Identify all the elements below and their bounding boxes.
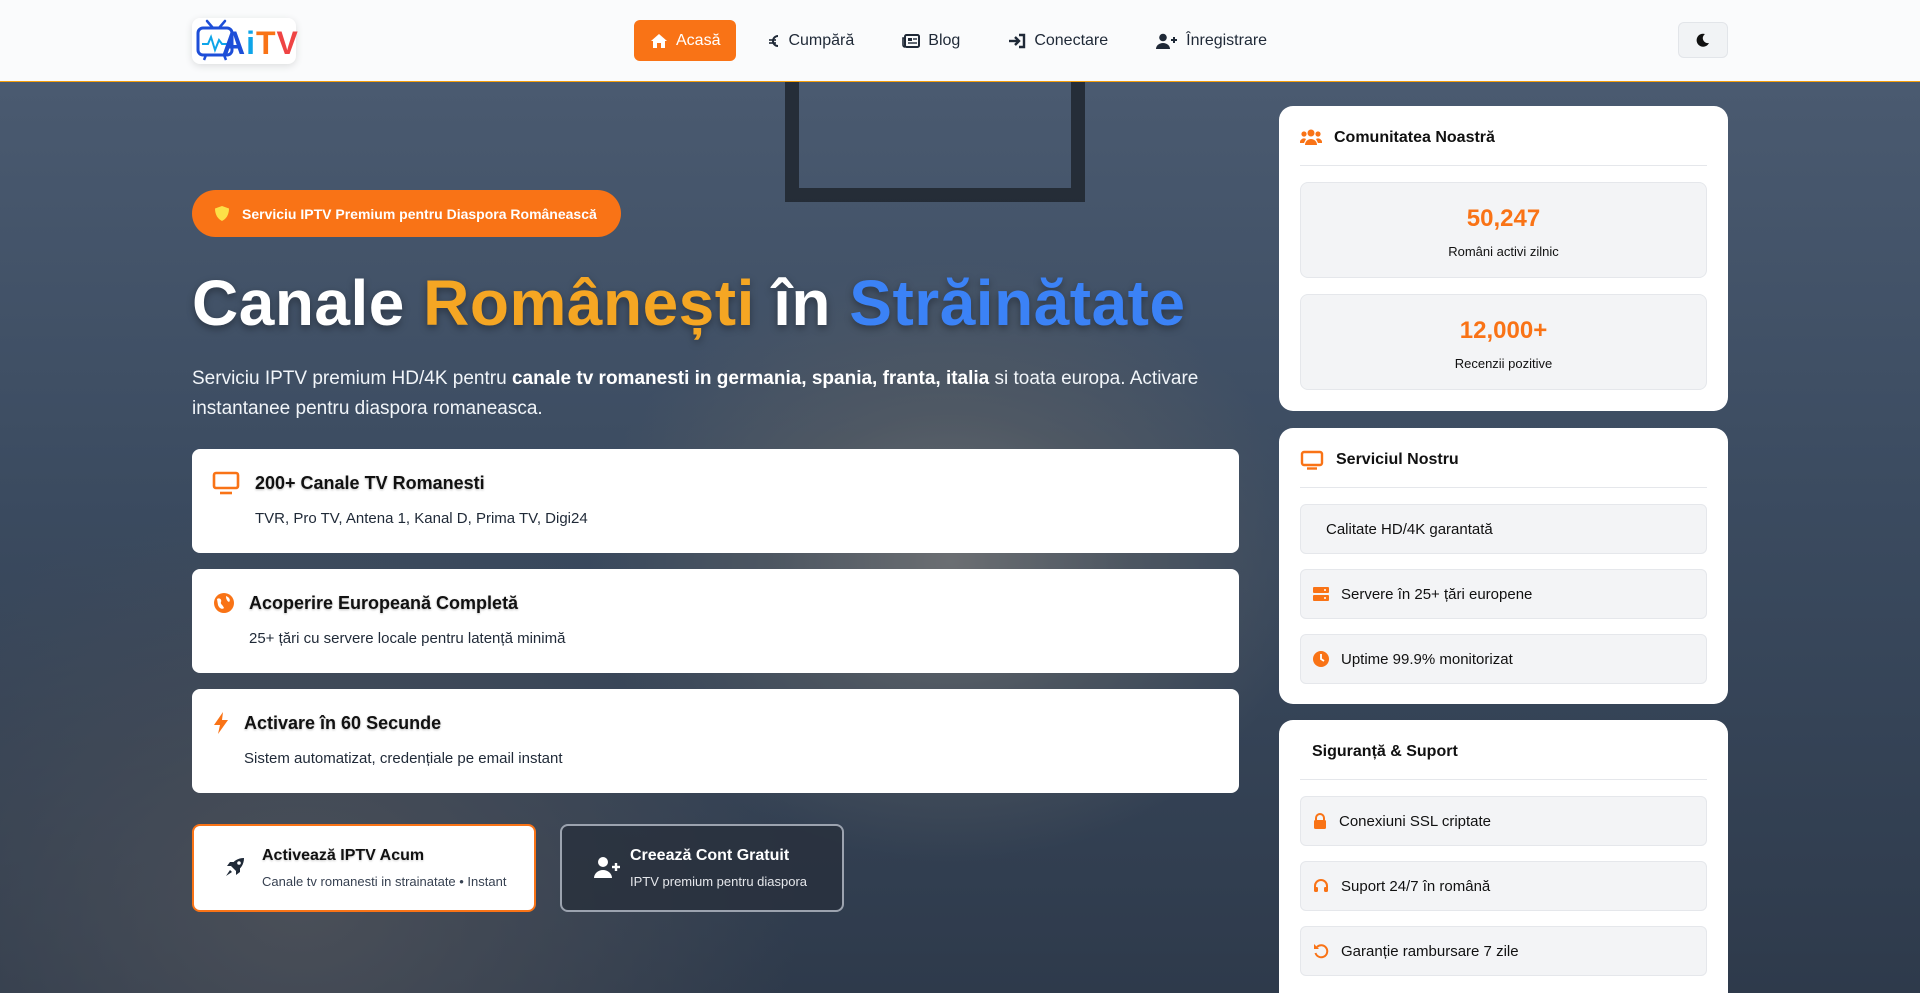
nav-inregistrare[interactable]: Înregistrare <box>1140 20 1283 61</box>
feature-desc: 25+ țări cu servere locale pentru latenț… <box>249 630 566 647</box>
feature-activation: Activare în 60 Secunde Sistem automatiza… <box>192 689 1239 793</box>
server-icon <box>1313 587 1329 601</box>
newspaper-icon <box>902 33 921 48</box>
euro-icon <box>769 34 779 47</box>
feature-desc: Sistem automatizat, credențiale pe email… <box>244 750 563 767</box>
feature-channels: 200+ Canale TV Romanesti TVR, Pro TV, An… <box>192 449 1239 553</box>
tv-icon <box>1300 450 1324 470</box>
service-card: Serviciul Nostru Calitate HD/4K garantat… <box>1279 428 1728 704</box>
clock-icon <box>1313 651 1329 667</box>
background-frame <box>785 82 1085 202</box>
sign-in-icon <box>1009 33 1026 48</box>
tv-icon <box>212 471 240 495</box>
feature-title: Activare în 60 Secunde <box>244 713 442 733</box>
stat-active-users: 50,247 Români activi zilnic <box>1300 182 1707 278</box>
bolt-icon <box>214 712 228 734</box>
home-icon <box>651 33 667 48</box>
feature-title: Acoperire Europeană Completă <box>249 593 519 613</box>
main-nav: Acasă Cumpără Blog Conectare Înregistrar… <box>634 20 1299 61</box>
security-item-ssl: Conexiuni SSL criptate <box>1300 796 1707 846</box>
security-item-support: Suport 24/7 în română <box>1300 861 1707 911</box>
users-icon <box>1300 129 1322 145</box>
card-header: Siguranță & Suport <box>1300 740 1707 780</box>
feature-title: 200+ Canale TV Romanesti <box>255 473 485 493</box>
nav-cumpara[interactable]: Cumpără <box>752 20 870 61</box>
user-plus-icon <box>1156 33 1178 49</box>
service-item-uptime: Uptime 99.9% monitorizat <box>1300 634 1707 684</box>
card-header: Comunitatea Noastră <box>1300 126 1707 166</box>
user-plus-icon <box>594 857 620 878</box>
aitv-logo[interactable]: AiTV <box>192 18 299 64</box>
site-header: AiTV Acasă Cumpără Blog Conectare Înregi… <box>0 0 1920 82</box>
security-card: Siguranță & Suport Conexiuni SSL criptat… <box>1279 720 1728 993</box>
globe-europe-icon <box>214 593 234 613</box>
undo-icon <box>1314 944 1329 959</box>
shield-icon <box>215 206 229 221</box>
premium-badge: Serviciu IPTV Premium pentru Diaspora Ro… <box>192 190 621 237</box>
stat-reviews: 12,000+ Recenzii pozitive <box>1300 294 1707 390</box>
activate-iptv-button[interactable]: Activează IPTV Acum Canale tv romanesti … <box>192 824 536 912</box>
hero-title: Canale Românești în Străinătate <box>192 267 1186 339</box>
theme-toggle-button[interactable] <box>1678 22 1728 58</box>
nav-conectare[interactable]: Conectare <box>992 20 1124 61</box>
headset-icon <box>1314 879 1328 892</box>
create-free-account-button[interactable]: Creează Cont Gratuit IPTV premium pentru… <box>560 824 844 912</box>
service-item-servers: Servere în 25+ țări europene <box>1300 569 1707 619</box>
service-item-quality: Calitate HD/4K garantată <box>1300 504 1707 554</box>
moon-icon <box>1696 33 1709 47</box>
rocket-icon <box>226 858 244 876</box>
security-item-refund: Garanție rambursare 7 zile <box>1300 926 1707 976</box>
nav-acasa[interactable]: Acasă <box>634 20 737 61</box>
feature-coverage: Acoperire Europeană Completă 25+ țări cu… <box>192 569 1239 673</box>
lock-icon <box>1314 813 1326 829</box>
hero-description: Serviciu IPTV premium HD/4K pentru canal… <box>192 368 1199 419</box>
community-card: Comunitatea Noastră 50,247 Români activi… <box>1279 106 1728 411</box>
feature-desc: TVR, Pro TV, Antena 1, Kanal D, Prima TV… <box>255 510 588 527</box>
logo-wordmark: AiTV <box>222 25 299 61</box>
nav-blog[interactable]: Blog <box>886 20 976 61</box>
card-header: Serviciul Nostru <box>1300 448 1707 488</box>
